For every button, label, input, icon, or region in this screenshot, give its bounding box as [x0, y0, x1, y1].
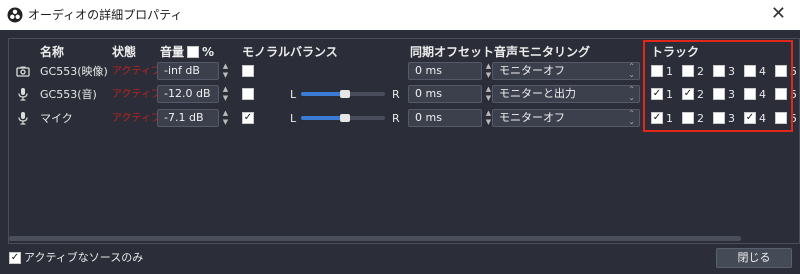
row3-balance-right-label: R [392, 112, 400, 125]
row1-volume-input[interactable]: -inf dB [157, 62, 219, 80]
row1-mono-checkbox[interactable] [242, 65, 254, 77]
row3-source-name: マイク [40, 112, 73, 125]
row2-monitoring-select[interactable]: モニターと出力 ⌃ ⌄ [492, 85, 640, 103]
row1-monitoring-value: モニターオフ [499, 64, 565, 77]
obs-logo-icon [7, 7, 23, 23]
chevron-updown-icon: ⌃ ⌄ [628, 109, 635, 126]
row2-balance-right-label: R [392, 88, 400, 101]
row3-balance-handle[interactable] [340, 114, 350, 122]
row2-balance-left-label: L [290, 88, 297, 101]
row1-source-name: GC553(映像) [40, 65, 108, 78]
row2-monitoring-value: モニターと出力 [499, 87, 576, 100]
scrollbar-thumb[interactable] [9, 236, 741, 241]
horizontal-scrollbar[interactable] [9, 236, 797, 241]
row1-offset-input[interactable]: 0 ms [408, 62, 482, 80]
row3-monitoring-value: モニターオフ [499, 111, 565, 124]
microphone-icon [18, 88, 28, 101]
microphone-icon [18, 112, 28, 125]
row2-status: アクティブ [112, 89, 161, 100]
chevron-updown-icon: ⌃ ⌄ [628, 85, 635, 102]
row3-balance-left-label: L [290, 112, 297, 125]
active-sources-only-checkbox[interactable]: ✓ [9, 252, 21, 264]
row3-offset-input[interactable]: 0 ms [408, 109, 482, 127]
header-balance: バランス [290, 45, 338, 59]
row2-balance-handle[interactable] [340, 90, 350, 98]
camera-icon [16, 66, 30, 77]
title-bar: オーディオの詳細プロパティ ✕ [0, 0, 800, 30]
row2-offset-input[interactable]: 0 ms [408, 85, 482, 103]
header-percent: % [202, 45, 215, 59]
header-monitoring: 音声モニタリング [494, 45, 591, 59]
close-button[interactable]: 閉じる [716, 248, 792, 268]
row3-mono-checkbox[interactable]: ✓ [242, 112, 254, 124]
volume-percent-checkbox[interactable] [187, 46, 199, 58]
row2-balance-slider[interactable] [301, 90, 385, 98]
header-mono: モノラル [242, 45, 291, 59]
header-sync-offset: 同期オフセット [410, 45, 495, 59]
row1-status: アクティブ [112, 66, 161, 77]
row3-monitoring-select[interactable]: モニターオフ ⌃ ⌄ [492, 109, 640, 127]
header-name: 名称 [40, 45, 65, 59]
active-sources-only-label: アクティブなソースのみ [24, 251, 144, 264]
row2-mono-checkbox[interactable] [242, 88, 254, 100]
advanced-audio-properties-window: オーディオの詳細プロパティ ✕ 名称 状態 音量 % モノラル バランス 同期オ… [0, 0, 800, 274]
row3-volume-input[interactable]: -7.1 dB [157, 109, 219, 127]
row2-source-name: GC553(音) [40, 88, 97, 101]
header-volume: 音量 [160, 45, 185, 59]
close-icon[interactable]: ✕ [771, 4, 786, 24]
row1-volume-stepper[interactable]: ▲ ▼ [219, 62, 232, 80]
tracks-highlight-box [643, 40, 793, 132]
window-title: オーディオの詳細プロパティ [28, 8, 183, 22]
row2-volume-stepper[interactable]: ▲ ▼ [219, 85, 232, 103]
row3-balance-slider[interactable] [301, 114, 385, 122]
row3-volume-stepper[interactable]: ▲ ▼ [219, 109, 232, 127]
row2-volume-input[interactable]: -12.0 dB [157, 85, 219, 103]
chevron-updown-icon: ⌃ ⌄ [628, 62, 635, 79]
row1-monitoring-select[interactable]: モニターオフ ⌃ ⌄ [492, 62, 640, 80]
row3-status: アクティブ [112, 113, 161, 124]
header-status: 状態 [112, 45, 137, 59]
